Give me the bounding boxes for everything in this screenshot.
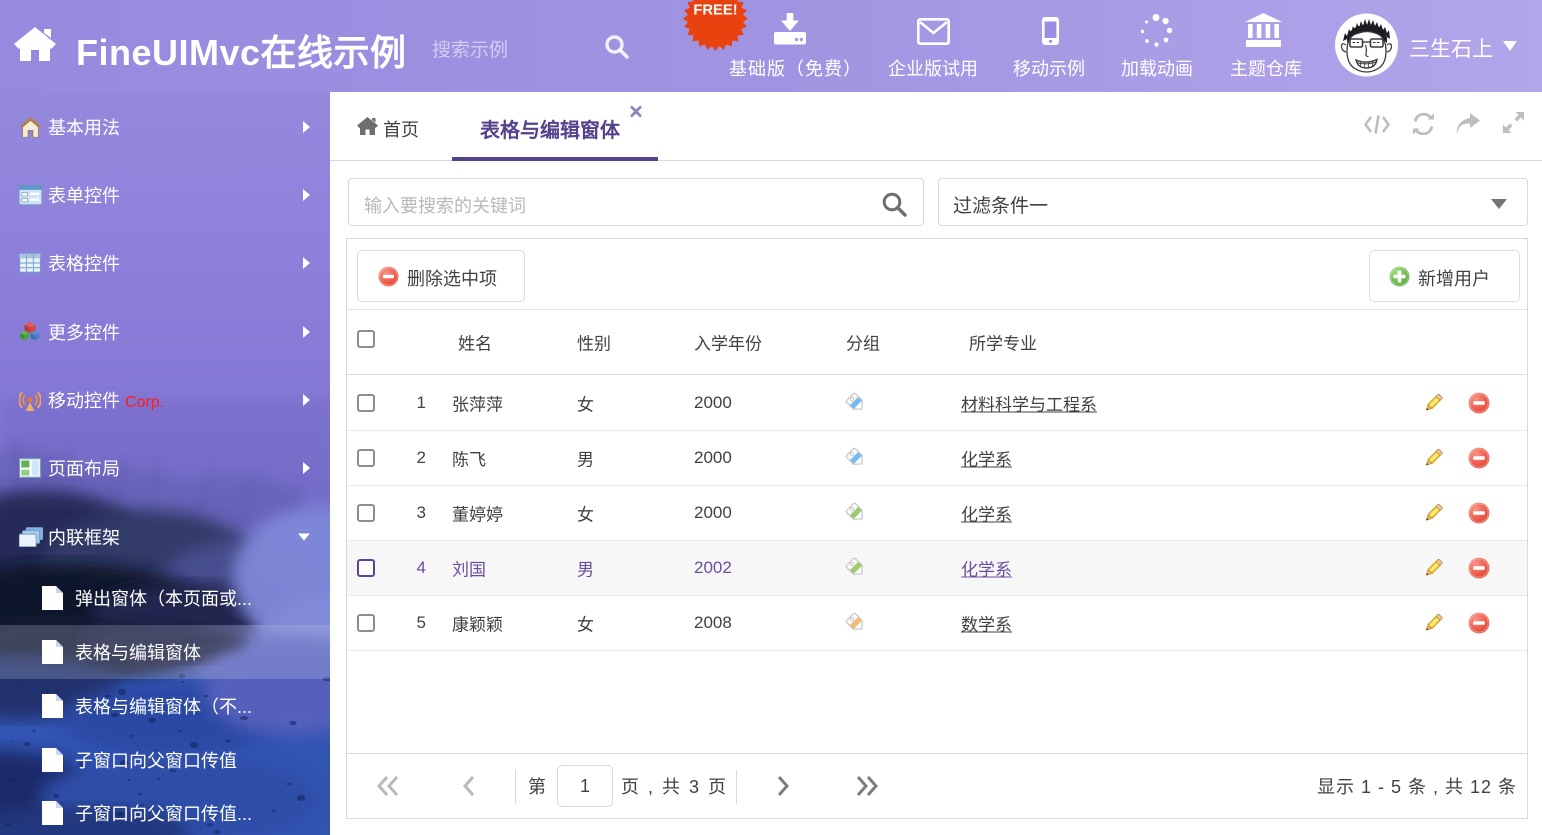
svg-text:FREE!: FREE! xyxy=(693,3,737,19)
